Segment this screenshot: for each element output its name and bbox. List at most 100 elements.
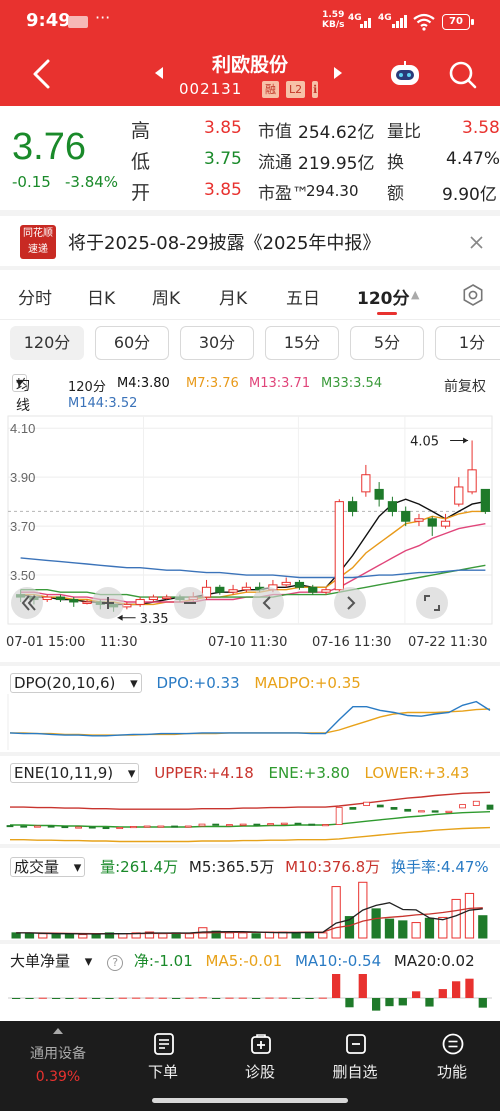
- ene-candle: [418, 810, 425, 813]
- volume-ratio-value: 3.58: [462, 118, 500, 138]
- tab-intraday[interactable]: 分时: [18, 284, 52, 309]
- volume-amount: 量:261.4万: [100, 858, 179, 876]
- big-order-bar: [118, 997, 127, 999]
- l2-tag[interactable]: L2: [286, 81, 306, 98]
- low-marker-arrowhead: [117, 614, 123, 621]
- tab-120min[interactable]: 120分: [357, 284, 410, 309]
- y-tick-label: 3.90: [10, 470, 35, 485]
- announcement-banner[interactable]: 同花顺 速递 将于2025-08-29披露《2025年中报》: [0, 216, 500, 268]
- more-notifications-icon: ···: [95, 8, 111, 27]
- zoom-in-button[interactable]: [92, 587, 124, 619]
- fullscreen-button[interactable]: [416, 587, 448, 619]
- price-change-percent: -3.84%: [65, 173, 119, 191]
- ene-candle: [253, 823, 261, 826]
- candle-down: [69, 599, 79, 603]
- y-tick-label: 3.70: [10, 519, 35, 534]
- tab-weekly-k[interactable]: 周K: [152, 284, 180, 309]
- amount-value: 9.90亿: [442, 185, 497, 205]
- ene-candle: [116, 827, 124, 830]
- candle-down: [215, 586, 225, 593]
- open-value: 3.85: [204, 180, 242, 200]
- tab-five-day[interactable]: 五日: [286, 284, 320, 309]
- previous-stock-button[interactable]: [154, 66, 164, 80]
- turnover-label: 换: [387, 153, 404, 173]
- indicator-selector[interactable]: 均线 ▾: [12, 374, 30, 414]
- x-tick-label: 07-16 11:30: [312, 635, 391, 650]
- robot-icon[interactable]: [388, 60, 422, 88]
- volume-panel: 成交量 ▾ 量:261.4万 M5:365.5万 M10:376.8万 换手率:…: [0, 844, 500, 940]
- candle-up: [414, 518, 424, 522]
- candle-down: [374, 488, 384, 500]
- function-button[interactable]: 功能: [402, 1021, 500, 1111]
- volume-bar: [398, 920, 408, 939]
- zoom-out-button[interactable]: [174, 587, 206, 619]
- big-order-bar: [198, 997, 207, 999]
- big-order-ma10: MA10:-0.54: [294, 952, 382, 970]
- ene-candle: [335, 807, 343, 825]
- current-price: 3.76: [12, 126, 86, 168]
- volume-bar: [291, 932, 301, 939]
- ma-line-m7: [20, 510, 486, 606]
- order-label: 下单: [147, 1063, 178, 1081]
- subtab-30min[interactable]: 30分: [180, 326, 254, 360]
- scroll-left-button[interactable]: [252, 587, 284, 619]
- announcement-text[interactable]: 将于2025-08-29披露《2025年中报》: [68, 229, 380, 255]
- legend-m144: M144:3.52: [68, 396, 138, 411]
- ene-panel: ENE(10,11,9) ▾ UPPER:+4.18 ENE:+3.80 LOW…: [0, 752, 500, 844]
- candle-down: [387, 501, 398, 512]
- volume-bar: [11, 932, 21, 939]
- status-bar: 9:49 ··· 1.59 KB/s 4G 4G 70: [0, 0, 500, 44]
- industry-button[interactable]: 通用设备 0.39%: [8, 1021, 108, 1111]
- tab-daily-k[interactable]: 日K: [87, 284, 115, 309]
- ene-selector[interactable]: ENE(10,11,9) ▾: [10, 763, 140, 783]
- y-tick-label: 4.10: [10, 421, 35, 436]
- high-value: 3.85: [204, 118, 242, 138]
- big-order-bar: [52, 998, 61, 999]
- legend-m13: M13:3.71: [249, 376, 311, 391]
- adjust-mode[interactable]: 前复权: [444, 376, 486, 396]
- low-marker-label: 3.35: [140, 612, 169, 627]
- ene-candle: [267, 823, 274, 826]
- big-order-bar: [292, 998, 301, 999]
- gear-icon[interactable]: [462, 284, 484, 306]
- function-label: 功能: [436, 1063, 467, 1081]
- volume-selector[interactable]: 成交量 ▾: [10, 857, 86, 877]
- ene-candle: [47, 825, 55, 828]
- dpo-value: DPO:+0.33: [156, 674, 240, 692]
- tonghuashun-logo: 同花顺 速递: [20, 225, 56, 259]
- big-order-bar: [92, 998, 101, 999]
- candle-up: [42, 596, 52, 601]
- subtab-60min[interactable]: 60分: [95, 326, 169, 360]
- big-order-bar: [132, 997, 141, 999]
- subtab-120min[interactable]: 120分: [10, 326, 84, 360]
- big-order-selector[interactable]: 大单净量 ▾: [10, 952, 92, 970]
- y-tick-label: 3.50: [10, 568, 35, 583]
- scroll-right-button[interactable]: [334, 587, 366, 619]
- candle-down: [427, 518, 437, 527]
- rewind-button[interactable]: [11, 587, 43, 619]
- big-order-net: 净:-1.01: [133, 952, 193, 970]
- remove-favorite-label: 删自选: [332, 1063, 378, 1081]
- search-icon[interactable]: [448, 60, 478, 90]
- volume-bar: [51, 934, 61, 939]
- candlestick-chart[interactable]: 4.10 3.90 3.70 3.50 4.05 3.35 07-01 15:00 11:30…: [0, 412, 500, 662]
- subtab-5min[interactable]: 5分: [350, 326, 424, 360]
- subtab-15min[interactable]: 15分: [265, 326, 339, 360]
- dpo-panel: DPO(20,10,6) ▾ DPO:+0.33 MADPO:+0.35: [0, 662, 500, 752]
- question-icon[interactable]: ?: [107, 955, 124, 971]
- subtab-1min[interactable]: 1分: [435, 326, 500, 360]
- close-icon[interactable]: [470, 236, 483, 249]
- market-cap-label: 市值: [258, 122, 292, 142]
- big-order-bar: [398, 998, 407, 1006]
- dpo-chart: [7, 694, 491, 750]
- x-tick-label: 07-01 15:00: [6, 635, 85, 650]
- volume-bar: [438, 916, 448, 939]
- ene-candle: [376, 804, 384, 808]
- tab-monthly-k[interactable]: 月K: [219, 284, 247, 309]
- ene-candle: [294, 822, 302, 825]
- big-order-bar: [332, 974, 341, 998]
- next-stock-button[interactable]: [333, 66, 343, 80]
- x-tick-label: 07-22 11:30: [408, 635, 487, 650]
- dpo-selector[interactable]: DPO(20,10,6) ▾: [10, 673, 142, 693]
- info-tag[interactable]: ℹ: [312, 81, 319, 98]
